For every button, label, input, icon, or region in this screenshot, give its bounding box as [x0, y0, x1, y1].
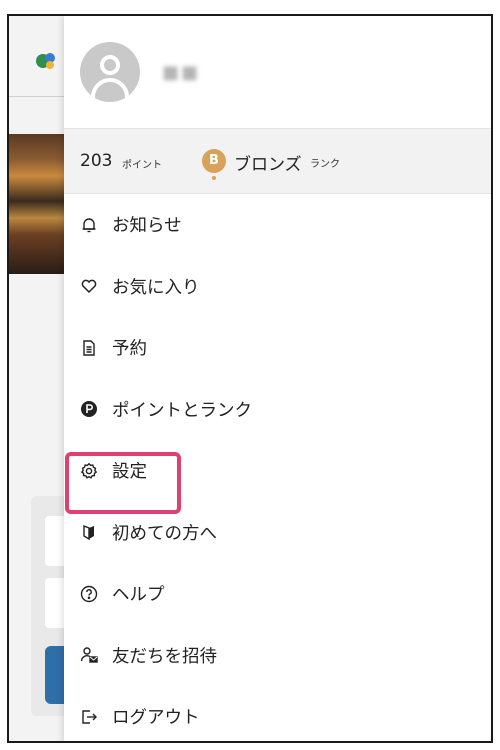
menu-item-label: 設定 [112, 462, 147, 483]
menu-item-label: お知らせ [112, 216, 182, 237]
gear-icon [78, 460, 100, 482]
menu-item-logout[interactable]: ログアウト [64, 686, 491, 741]
bronze-badge-icon: B [202, 149, 226, 173]
beginner-mark-icon [78, 521, 100, 543]
rank-name: ブロンズ [234, 155, 302, 175]
badge-dot [212, 176, 216, 180]
menu-item-settings[interactable]: 設定 [64, 440, 491, 502]
avatar[interactable] [80, 42, 140, 102]
menu-item-points-rank[interactable]: ポイントとランク [64, 379, 491, 441]
points-icon [78, 398, 100, 420]
food-image [9, 134, 64, 274]
menu-item-notifications[interactable]: お知らせ [64, 194, 491, 256]
username: ■■ [162, 62, 201, 83]
menu-item-label: ポイントとランク [112, 400, 252, 421]
bell-icon [78, 214, 100, 236]
side-drawer: ■■ 203 ポイント B ブロンズ ランク お知らせ お気に入り 予約 ポイン… [64, 16, 491, 741]
menu-item-favorites[interactable]: お気に入り [64, 256, 491, 318]
header-divider [9, 96, 69, 97]
document-icon [78, 337, 100, 359]
menu-item-label: 初めての方へ [112, 523, 217, 544]
menu-item-help[interactable]: ヘルプ [64, 563, 491, 625]
menu-item-beginners[interactable]: 初めての方へ [64, 502, 491, 564]
rank-unit: ランク [310, 159, 340, 170]
points-value: 203 [80, 151, 113, 171]
profile-header[interactable]: ■■ [64, 16, 491, 128]
points-rank-bar[interactable]: 203 ポイント B ブロンズ ランク [64, 128, 491, 194]
menu-item-label: お気に入り [112, 277, 200, 298]
app-logo-icon [36, 53, 55, 69]
logout-icon [78, 706, 100, 728]
heart-icon [78, 275, 100, 297]
menu-item-label: 予約 [112, 339, 147, 360]
menu-item-label: 友だちを招待 [112, 646, 217, 667]
menu-item-label: ログアウト [112, 708, 200, 729]
invite-friend-icon [78, 644, 100, 666]
menu-item-label: ヘルプ [112, 585, 165, 606]
menu-item-invite-friends[interactable]: 友だちを招待 [64, 625, 491, 687]
app-frame: ■■ 203 ポイント B ブロンズ ランク お知らせ お気に入り 予約 ポイン… [7, 14, 493, 743]
points-unit: ポイント [122, 160, 162, 171]
drawer-menu: お知らせ お気に入り 予約 ポイントとランク 設定 初めての方へ ヘルプ 友だち… [64, 194, 491, 741]
help-icon [78, 583, 100, 605]
menu-item-reservations[interactable]: 予約 [64, 317, 491, 379]
